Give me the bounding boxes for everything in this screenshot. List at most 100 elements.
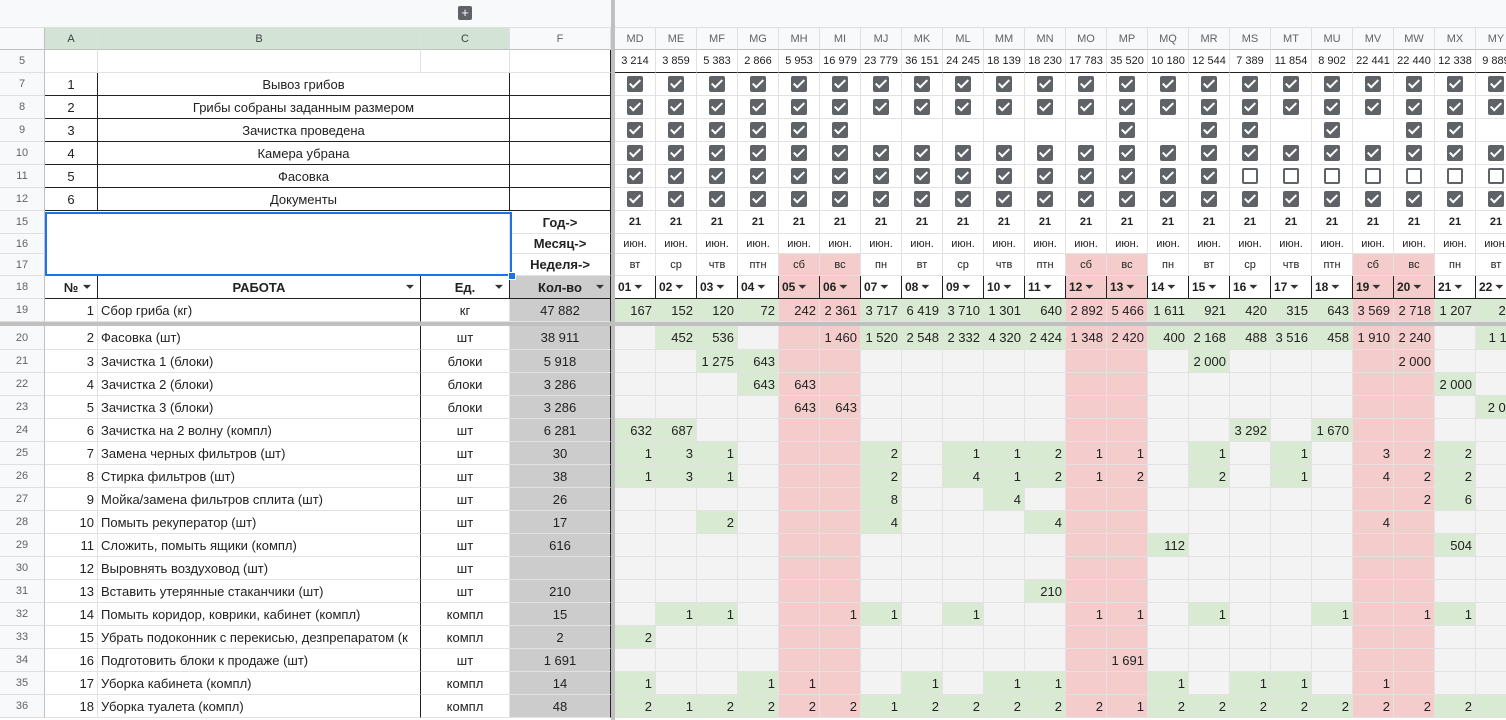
day-value[interactable] bbox=[1271, 350, 1312, 373]
checked-checkbox[interactable] bbox=[709, 191, 725, 207]
day-value[interactable] bbox=[1189, 649, 1230, 672]
day-value[interactable] bbox=[1148, 488, 1189, 511]
day-value[interactable] bbox=[779, 626, 820, 649]
checklist-cell[interactable] bbox=[1025, 73, 1066, 96]
header-day[interactable]: 14 ⏷ bbox=[1148, 276, 1189, 299]
day-value[interactable] bbox=[1066, 396, 1107, 419]
day-value[interactable] bbox=[984, 580, 1025, 603]
checked-checkbox[interactable] bbox=[914, 99, 930, 115]
row-header-30[interactable]: 30 bbox=[0, 557, 45, 580]
checklist-cell[interactable] bbox=[1271, 165, 1312, 188]
checked-checkbox[interactable] bbox=[1078, 99, 1094, 115]
day-value[interactable]: 1 bbox=[1394, 603, 1435, 626]
header-work[interactable]: РАБОТА ⏷ bbox=[98, 276, 421, 299]
day-value[interactable] bbox=[861, 419, 902, 442]
day-value[interactable] bbox=[1435, 649, 1476, 672]
column-header-MV[interactable]: MV bbox=[1353, 28, 1394, 50]
day-value[interactable] bbox=[1230, 534, 1271, 557]
day-value[interactable] bbox=[902, 511, 943, 534]
day-value[interactable]: 315 bbox=[1271, 299, 1312, 322]
day-value[interactable] bbox=[656, 534, 697, 557]
day-value[interactable]: 2 000 bbox=[1394, 350, 1435, 373]
checked-checkbox[interactable] bbox=[996, 191, 1012, 207]
checklist-cell[interactable] bbox=[1271, 142, 1312, 165]
checked-checkbox[interactable] bbox=[791, 145, 807, 161]
day-value[interactable]: 1 bbox=[1271, 465, 1312, 488]
column-header-B[interactable]: B bbox=[98, 28, 421, 50]
checklist-cell[interactable] bbox=[1312, 165, 1353, 188]
day-value[interactable] bbox=[1230, 465, 1271, 488]
day-value[interactable] bbox=[656, 557, 697, 580]
day-value[interactable] bbox=[1148, 442, 1189, 465]
day-value[interactable] bbox=[1394, 557, 1435, 580]
checklist-cell[interactable] bbox=[1435, 119, 1476, 142]
day-value[interactable] bbox=[943, 626, 984, 649]
day-value[interactable] bbox=[1312, 557, 1353, 580]
checklist-cell[interactable] bbox=[1476, 96, 1506, 119]
day-value[interactable] bbox=[656, 350, 697, 373]
checked-checkbox[interactable] bbox=[1365, 191, 1381, 207]
day-value[interactable] bbox=[984, 603, 1025, 626]
day-value[interactable] bbox=[738, 465, 779, 488]
day-value[interactable] bbox=[984, 649, 1025, 672]
checked-checkbox[interactable] bbox=[1406, 191, 1422, 207]
day-value[interactable]: 3 bbox=[656, 442, 697, 465]
day-value[interactable]: 2 332 bbox=[943, 326, 984, 350]
checklist-cell[interactable] bbox=[656, 142, 697, 165]
checklist-cell[interactable] bbox=[738, 188, 779, 211]
checklist-cell[interactable] bbox=[1353, 165, 1394, 188]
checked-checkbox[interactable] bbox=[873, 99, 889, 115]
checked-checkbox[interactable] bbox=[832, 99, 848, 115]
day-value[interactable] bbox=[943, 672, 984, 695]
row-header-5[interactable]: 5 bbox=[0, 50, 45, 73]
row-header-12[interactable]: 12 bbox=[0, 188, 45, 211]
checked-checkbox[interactable] bbox=[1201, 145, 1217, 161]
column-header-MR[interactable]: MR bbox=[1189, 28, 1230, 50]
checklist-cell[interactable] bbox=[656, 165, 697, 188]
row-header-23[interactable]: 23 bbox=[0, 396, 45, 419]
checklist-cell[interactable] bbox=[738, 73, 779, 96]
selection-fill-handle[interactable] bbox=[508, 272, 516, 280]
day-value[interactable] bbox=[738, 511, 779, 534]
checked-checkbox[interactable] bbox=[791, 191, 807, 207]
day-value[interactable]: 1 611 bbox=[1148, 299, 1189, 322]
day-value[interactable] bbox=[779, 511, 820, 534]
day-value[interactable]: 1 207 bbox=[1435, 299, 1476, 322]
day-value[interactable] bbox=[1025, 396, 1066, 419]
day-value[interactable] bbox=[615, 557, 656, 580]
checklist-cell[interactable] bbox=[1189, 73, 1230, 96]
day-value[interactable]: 2 bbox=[615, 626, 656, 649]
day-value[interactable] bbox=[1394, 626, 1435, 649]
unchecked-checkbox[interactable] bbox=[1447, 168, 1463, 184]
day-value[interactable] bbox=[1230, 396, 1271, 419]
day-value[interactable] bbox=[1066, 534, 1107, 557]
checked-checkbox[interactable] bbox=[1242, 76, 1258, 92]
day-value[interactable]: 2 bbox=[820, 695, 861, 718]
checked-checkbox[interactable] bbox=[668, 168, 684, 184]
day-value[interactable] bbox=[1312, 626, 1353, 649]
checklist-cell[interactable] bbox=[1353, 188, 1394, 211]
day-value[interactable] bbox=[1353, 419, 1394, 442]
day-value[interactable] bbox=[1476, 557, 1506, 580]
checked-checkbox[interactable] bbox=[1201, 122, 1217, 138]
checked-checkbox[interactable] bbox=[1406, 122, 1422, 138]
row-header-7[interactable]: 7 bbox=[0, 73, 45, 96]
day-value[interactable] bbox=[697, 419, 738, 442]
day-value[interactable] bbox=[1476, 580, 1506, 603]
checked-checkbox[interactable] bbox=[1037, 99, 1053, 115]
day-value[interactable]: 2 bbox=[1148, 695, 1189, 718]
checked-checkbox[interactable] bbox=[1201, 191, 1217, 207]
filter-icon[interactable]: ⏷ bbox=[1249, 282, 1257, 293]
checked-checkbox[interactable] bbox=[955, 191, 971, 207]
checked-checkbox[interactable] bbox=[1406, 145, 1422, 161]
day-value[interactable] bbox=[820, 419, 861, 442]
day-value[interactable] bbox=[943, 649, 984, 672]
header-day[interactable]: 09 ⏷ bbox=[943, 276, 984, 299]
day-value[interactable]: 1 bbox=[697, 465, 738, 488]
day-value[interactable] bbox=[902, 396, 943, 419]
day-value[interactable] bbox=[1435, 626, 1476, 649]
checked-checkbox[interactable] bbox=[709, 145, 725, 161]
checklist-cell[interactable] bbox=[820, 165, 861, 188]
day-value[interactable]: 2 424 bbox=[1025, 326, 1066, 350]
header-day[interactable]: 02 ⏷ bbox=[656, 276, 697, 299]
